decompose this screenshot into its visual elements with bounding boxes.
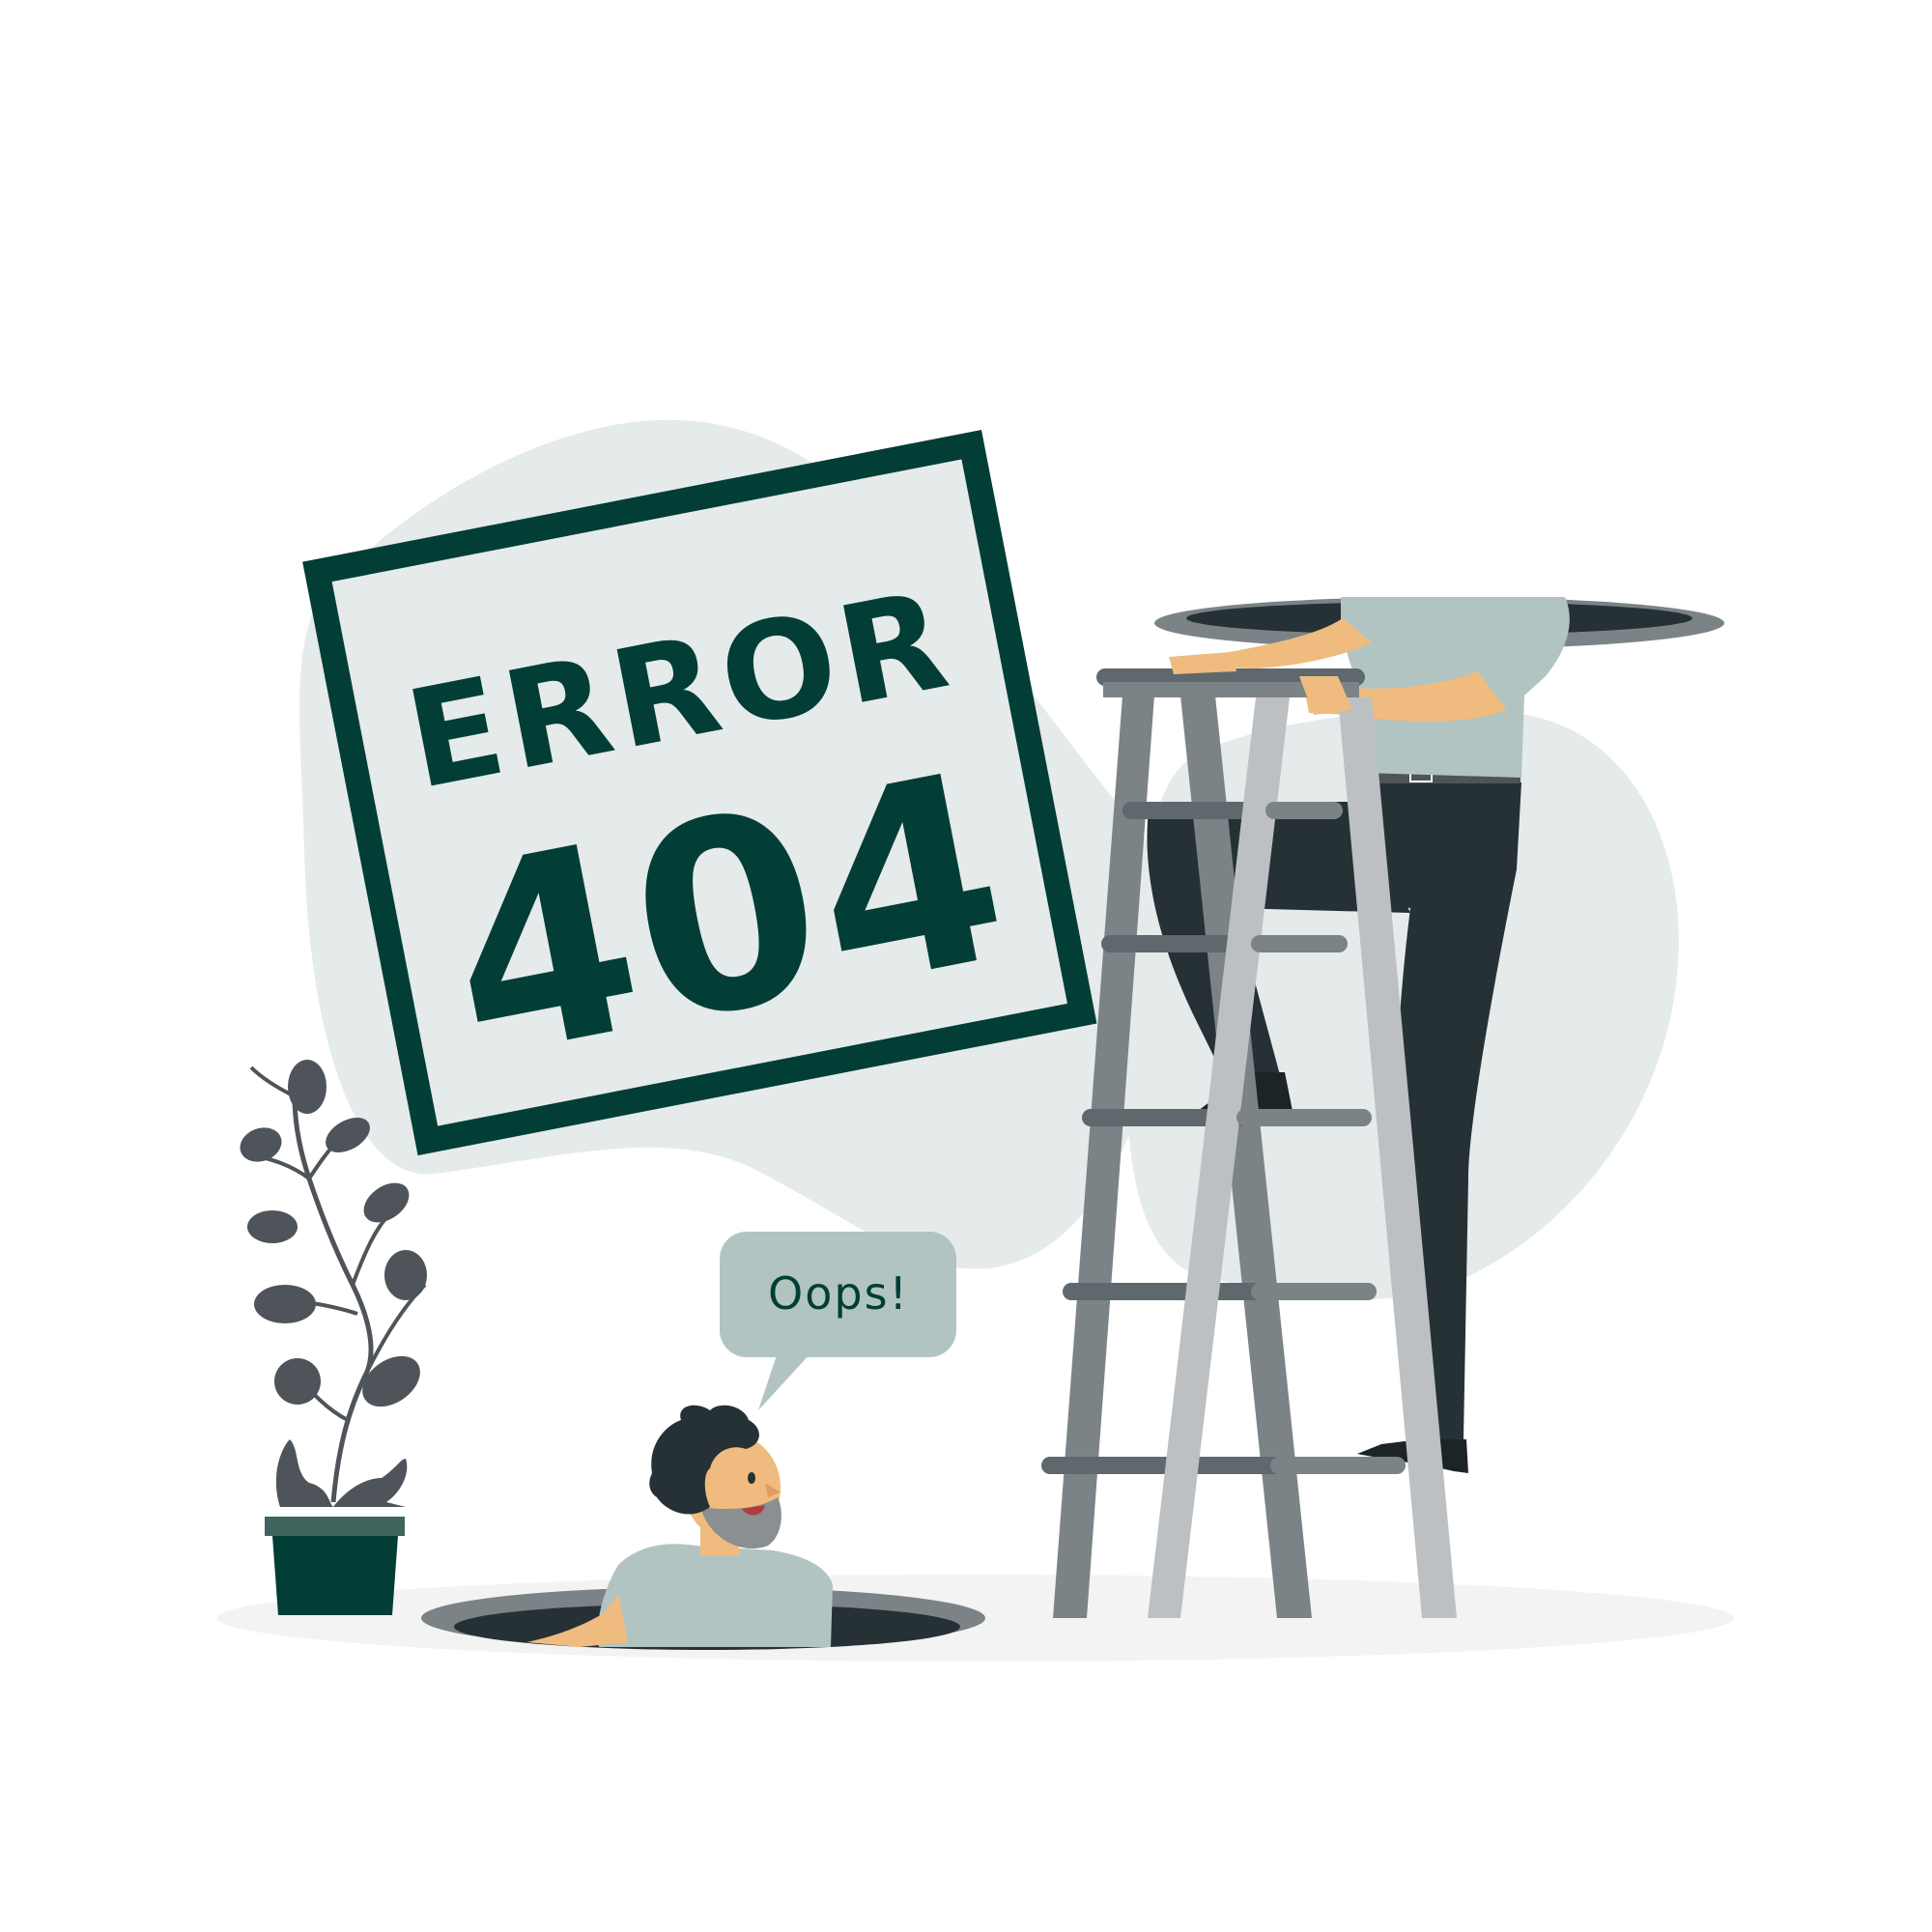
speech-bubble-text: Oops!	[768, 1267, 909, 1320]
illustration-canvas: ERROR 404 Oops!	[217, 419, 1734, 1662]
error-404-illustration: ERROR 404 Oops!	[0, 0, 1932, 1932]
error-sign: ERROR 404	[302, 429, 1097, 1156]
speech-bubble: Oops!	[720, 1232, 956, 1410]
